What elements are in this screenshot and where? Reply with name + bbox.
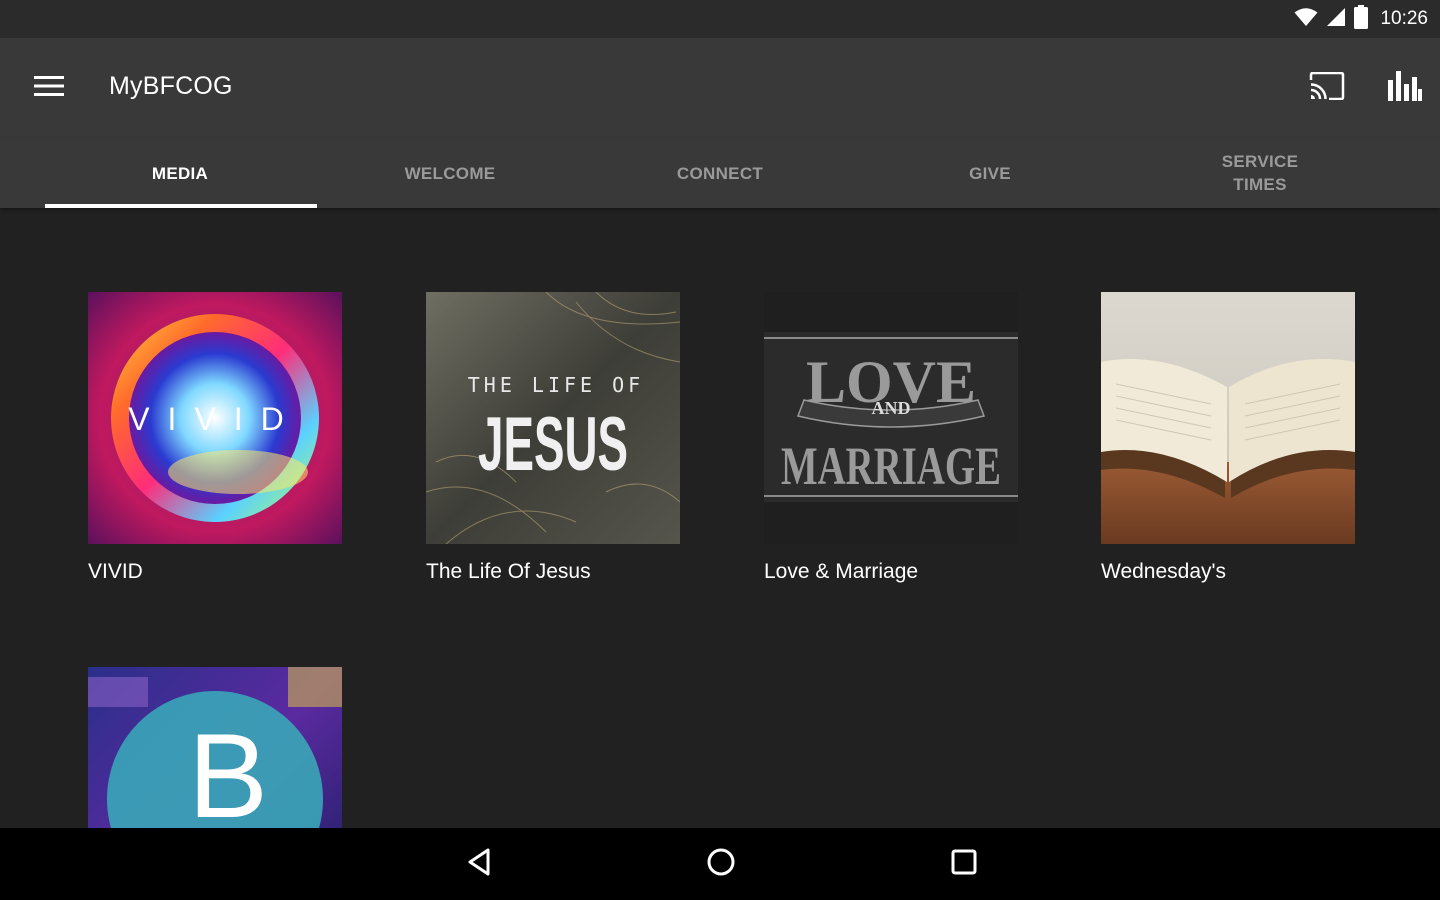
status-time: 10:26 xyxy=(1380,8,1428,29)
media-card-b[interactable]: B xyxy=(88,667,342,828)
stats-button[interactable] xyxy=(1380,66,1430,110)
back-triangle-icon xyxy=(466,848,492,881)
tab-connect[interactable]: CONNECT xyxy=(585,138,855,208)
wifi-icon xyxy=(1294,7,1318,32)
status-bar: 10:26 xyxy=(0,0,1440,38)
app-title: MyBFCOG xyxy=(109,72,233,100)
tab-media-label: MEDIA xyxy=(151,163,209,183)
media-thumbnail: LOVE AND MARRIAGE xyxy=(764,292,1018,544)
app-bar: MyBFCOG xyxy=(0,38,1440,138)
tab-give-label: GIVE xyxy=(969,163,1011,183)
cell-signal-icon xyxy=(1326,7,1346,32)
status-icons: 10:26 xyxy=(1294,0,1428,38)
navigation-bar xyxy=(0,828,1440,900)
media-thumbnail xyxy=(1101,292,1355,544)
media-grid: VIVID VIVID THE LIFE OF JESUS The Life O… xyxy=(0,208,1440,828)
media-card-wednesdays[interactable]: Wednesday's xyxy=(1101,292,1355,584)
b-art-letter: B xyxy=(188,709,268,828)
recents-button[interactable] xyxy=(934,840,994,888)
media-card-title: VIVID xyxy=(88,560,143,583)
cast-button[interactable] xyxy=(1302,66,1352,110)
tab-service-times[interactable]: SERVICE TIMES xyxy=(1125,138,1395,208)
media-thumbnail: VIVID xyxy=(88,292,342,544)
tab-bar: MEDIA WELCOME CONNECT GIVE SERVICE TIMES xyxy=(0,138,1440,208)
cast-icon xyxy=(1309,71,1345,105)
back-button[interactable] xyxy=(449,840,509,888)
jesus-art-small: THE LIFE OF xyxy=(468,373,644,397)
media-card-title: Love & Marriage xyxy=(764,560,919,583)
tab-give[interactable]: GIVE xyxy=(855,138,1125,208)
media-card-title: Wednesday's xyxy=(1101,560,1227,583)
media-card-vivid[interactable]: VIVID VIVID xyxy=(88,292,342,584)
media-card-life-of-jesus[interactable]: THE LIFE OF JESUS The Life Of Jesus xyxy=(426,292,680,584)
media-thumbnail: B xyxy=(88,667,342,828)
media-card-title: The Life Of Jesus xyxy=(426,560,591,583)
tab-service-times-label: SERVICE TIMES xyxy=(1221,152,1299,194)
tab-welcome-label: WELCOME xyxy=(404,163,496,183)
vivid-art-text: VIVID xyxy=(128,401,302,437)
jesus-art-big: JESUS xyxy=(478,402,628,487)
marriage-art-mid: AND xyxy=(872,398,911,418)
recents-square-icon xyxy=(950,848,978,881)
tab-media[interactable]: MEDIA xyxy=(45,138,315,208)
battery-icon xyxy=(1354,4,1369,34)
menu-button[interactable] xyxy=(24,66,74,110)
home-circle-icon xyxy=(706,847,736,882)
bar-chart-icon xyxy=(1387,70,1423,107)
home-button[interactable] xyxy=(691,840,751,888)
hamburger-menu-icon xyxy=(34,75,64,102)
media-thumbnail: THE LIFE OF JESUS xyxy=(426,292,680,544)
tab-welcome[interactable]: WELCOME xyxy=(315,138,585,208)
media-card-love-marriage[interactable]: LOVE AND MARRIAGE Love & Marriage xyxy=(764,292,1018,584)
tab-connect-label: CONNECT xyxy=(676,163,764,183)
marriage-art-bottom: MARRIAGE xyxy=(781,436,1001,496)
